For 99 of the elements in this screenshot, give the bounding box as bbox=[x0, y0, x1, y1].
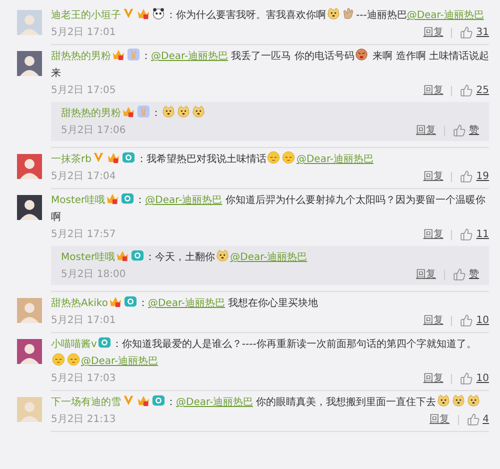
comment-text: 甜热热Akiko ：@Dear-迪丽热巴 我想在你心里买块地 bbox=[51, 295, 489, 312]
comment-text: 小喵喵酱v ：你知道我最爱的人是谁么？----你再重新读一次前面那句话的第四个字就知道了。 @Dear-迪丽热巴 bbox=[51, 336, 489, 370]
user-name-link[interactable]: Moster哇哦 bbox=[51, 195, 106, 206]
like-button[interactable]: 11 bbox=[452, 226, 489, 243]
thumbs-up-icon bbox=[460, 228, 474, 241]
verified-icon bbox=[122, 7, 135, 20]
user-name-link[interactable]: 一抹茶rb bbox=[51, 154, 92, 165]
like-button[interactable]: 10 bbox=[452, 370, 489, 387]
reply-link[interactable]: 回复 bbox=[423, 28, 452, 38]
comment-text: 甜热热的男粉 ：@Dear-迪丽热巴 我丢了一匹马 你的电话号码 来啊 造作啊 土味情话说起来 bbox=[51, 48, 489, 82]
dog-face-icon bbox=[177, 105, 190, 118]
like-button[interactable]: 19 bbox=[452, 168, 489, 185]
comment-time: 5月2日 17:57 bbox=[51, 228, 117, 242]
camera-icon bbox=[121, 192, 134, 205]
comment-text: 迪老王的小垣子 ：你为什么要害我呀。害我喜欢你啊 ---迪丽热巴@Dear-迪丽热巴 bbox=[51, 7, 489, 24]
reply-link[interactable]: 回复 bbox=[423, 230, 452, 240]
user-name-link[interactable]: 小喵喵酱v bbox=[51, 339, 97, 350]
user-name-link[interactable]: 迪老王的小垣子 bbox=[51, 10, 121, 21]
comment-text: 一抹茶rb ：我希望热巴对我说土味情话 @Dear-迪丽热巴 bbox=[51, 151, 489, 168]
comment-text: 下一场有迪的雪 ：@Dear-迪丽热巴 你的眼睛真美，我想搬到里面一直住下去 bbox=[51, 394, 489, 411]
crown-icon bbox=[108, 295, 122, 308]
user-name-link[interactable]: 甜热热的男粉 bbox=[61, 108, 121, 119]
comment-text: Moster哇哦 ：@Dear-迪丽热巴 你知道后羿为什么要射掉九个太阳吗？因为要留一个温暖你啊 bbox=[51, 192, 489, 226]
like-button[interactable]: 4 bbox=[458, 411, 489, 428]
mention-link[interactable]: @Dear-迪丽热巴 bbox=[151, 51, 228, 62]
dog-face-icon bbox=[327, 7, 340, 20]
like-button[interactable]: 赞 bbox=[445, 266, 479, 283]
thumbs-up-icon bbox=[460, 84, 474, 97]
comment-time: 5月2日 18:00 bbox=[61, 268, 127, 282]
dog-face-icon bbox=[452, 394, 466, 407]
dog-face-icon bbox=[162, 105, 175, 118]
comment-time: 5月2日 17:01 bbox=[51, 26, 117, 40]
comment-time: 5月2日 17:04 bbox=[51, 170, 117, 184]
like-button[interactable]: 25 bbox=[452, 82, 489, 99]
mention-link[interactable]: @Dear-迪丽热巴 bbox=[176, 397, 254, 408]
camera-icon bbox=[124, 295, 137, 308]
hand-icon bbox=[127, 48, 140, 61]
sleepy-face-icon bbox=[282, 151, 296, 164]
dog-face-icon bbox=[192, 105, 205, 118]
comment-text: 甜热热的男粉 ： bbox=[61, 105, 479, 122]
clapping-hands-icon bbox=[342, 7, 355, 20]
mention-link[interactable]: @Dear-迪丽热巴 bbox=[145, 195, 222, 206]
comment-time: 5月2日 17:01 bbox=[51, 314, 117, 328]
camera-icon bbox=[131, 249, 144, 262]
mention-link[interactable]: @Dear-迪丽热巴 bbox=[296, 154, 374, 165]
camera-icon bbox=[122, 151, 136, 164]
crown-icon bbox=[106, 192, 120, 205]
user-name-link[interactable]: Moster哇哦 bbox=[61, 252, 116, 263]
comment-time: 5月2日 17:03 bbox=[51, 372, 117, 386]
comment-time: 5月2日 17:05 bbox=[51, 84, 117, 98]
reply-link[interactable]: 回复 bbox=[416, 270, 445, 280]
like-button[interactable]: 10 bbox=[452, 312, 489, 329]
camera-icon bbox=[152, 394, 165, 407]
reply-link[interactable]: 回复 bbox=[423, 86, 452, 96]
crown-icon bbox=[112, 48, 125, 61]
like-button[interactable]: 31 bbox=[452, 24, 489, 41]
sleepy-face-icon bbox=[67, 353, 80, 366]
like-button[interactable]: 赞 bbox=[445, 122, 479, 139]
thumbs-up-icon bbox=[466, 413, 480, 426]
reply-link[interactable]: 回复 bbox=[430, 414, 459, 424]
sleepy-face-icon bbox=[267, 151, 280, 164]
avatar-icon[interactable] bbox=[17, 51, 42, 76]
comment-time: 5月2日 17:06 bbox=[61, 124, 127, 138]
crown-icon bbox=[122, 105, 135, 118]
mention-link[interactable]: @Dear-迪丽热巴 bbox=[148, 298, 226, 309]
panda-icon bbox=[152, 7, 165, 20]
reply-link[interactable]: 回复 bbox=[423, 374, 452, 384]
user-name-link[interactable]: 甜热热的男粉 bbox=[51, 51, 111, 62]
thumbs-up-icon bbox=[460, 314, 474, 327]
thumbs-up-icon bbox=[453, 268, 466, 281]
dog-face-icon bbox=[216, 249, 230, 262]
verified-icon bbox=[122, 394, 135, 407]
user-name-link[interactable]: 甜热热Akiko bbox=[51, 298, 108, 309]
avatar-icon[interactable] bbox=[17, 339, 42, 364]
crown-icon bbox=[116, 249, 130, 262]
dog-face-icon bbox=[437, 394, 450, 407]
camera-icon bbox=[98, 336, 111, 349]
mention-link[interactable]: @Dear-迪丽热巴 bbox=[406, 10, 484, 21]
reply-link[interactable]: 回复 bbox=[423, 172, 452, 182]
sleepy-face-icon bbox=[52, 353, 65, 366]
reply-link[interactable]: 回复 bbox=[423, 316, 452, 326]
mention-link[interactable]: @Dear-迪丽热巴 bbox=[230, 252, 308, 263]
user-name-link[interactable]: 下一场有迪的雪 bbox=[51, 397, 121, 408]
hand-icon bbox=[137, 105, 150, 118]
dog-face-icon bbox=[467, 394, 480, 407]
thumbs-up-icon bbox=[460, 26, 474, 39]
crown-icon bbox=[137, 7, 150, 20]
angry-face-icon bbox=[355, 48, 368, 61]
reply-link[interactable]: 回复 bbox=[416, 126, 445, 136]
thumbs-up-icon bbox=[460, 372, 474, 385]
comment-text: Moster哇哦 ：今天，土翻你 @Dear-迪丽热巴 bbox=[61, 249, 479, 266]
verified-icon bbox=[92, 151, 106, 164]
crown-icon bbox=[107, 151, 120, 164]
crown-icon bbox=[137, 394, 150, 407]
comment-time: 5月2日 21:13 bbox=[51, 413, 117, 427]
mention-link[interactable]: @Dear-迪丽热巴 bbox=[81, 356, 158, 367]
thumbs-up-icon bbox=[460, 170, 474, 183]
avatar-icon[interactable] bbox=[17, 195, 42, 220]
thumbs-up-icon bbox=[453, 124, 466, 137]
